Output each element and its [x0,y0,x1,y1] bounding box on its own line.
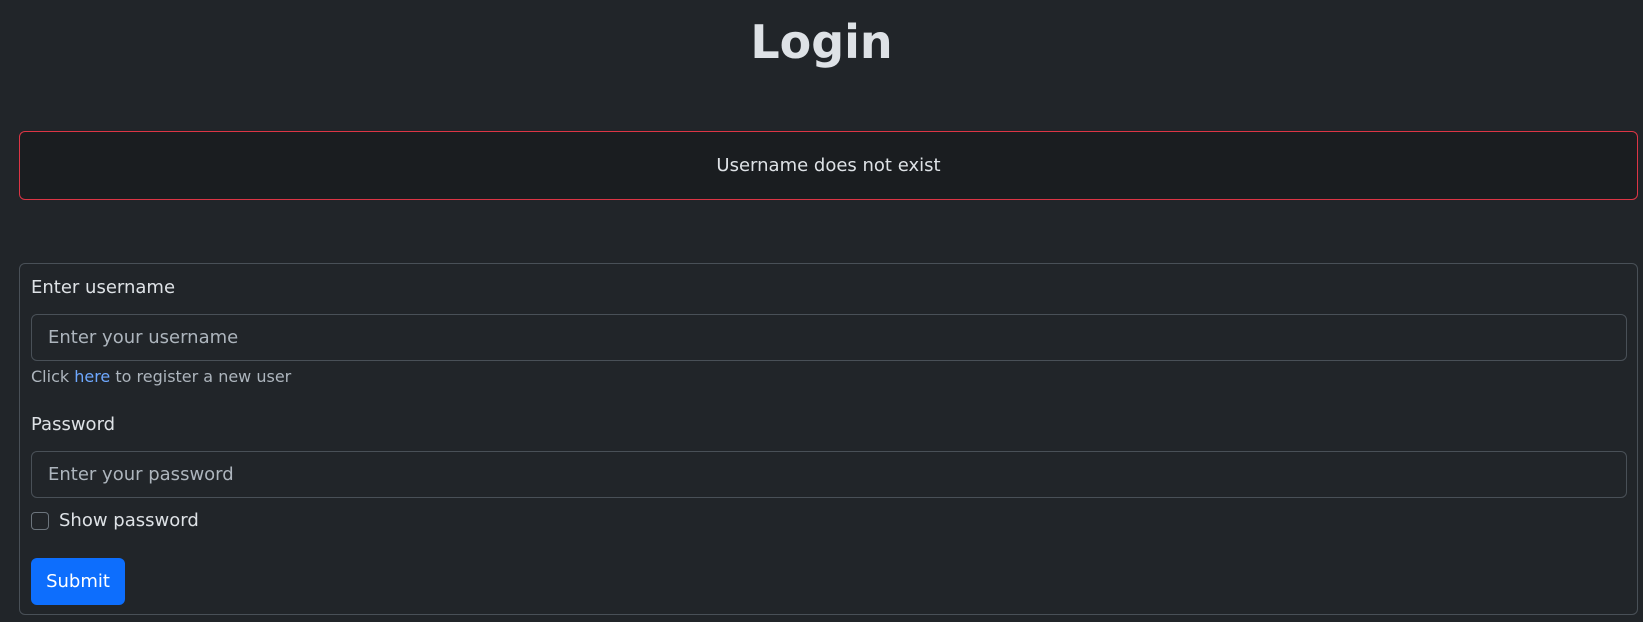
register-suffix: to register a new user [110,367,292,386]
show-password-label[interactable]: Show password [59,510,199,531]
register-help-text: Click here to register a new user [31,367,291,386]
username-label: Enter username [31,277,176,298]
submit-button[interactable]: Submit [31,558,125,605]
register-prefix: Click [31,367,75,386]
show-password-checkbox[interactable] [31,511,49,530]
username-input[interactable] [31,314,1627,361]
register-link[interactable]: here [74,367,110,386]
error-alert: Username does not exist [19,131,1638,200]
page-title: Login [750,15,893,69]
login-form: Enter username Click here to register a … [19,263,1638,615]
show-password-row[interactable]: Show password [31,510,199,531]
password-input[interactable] [31,451,1627,498]
password-label: Password [31,414,116,435]
error-message: Username does not exist [716,155,941,176]
login-page: Login Username does not exist Enter user… [0,0,1643,622]
